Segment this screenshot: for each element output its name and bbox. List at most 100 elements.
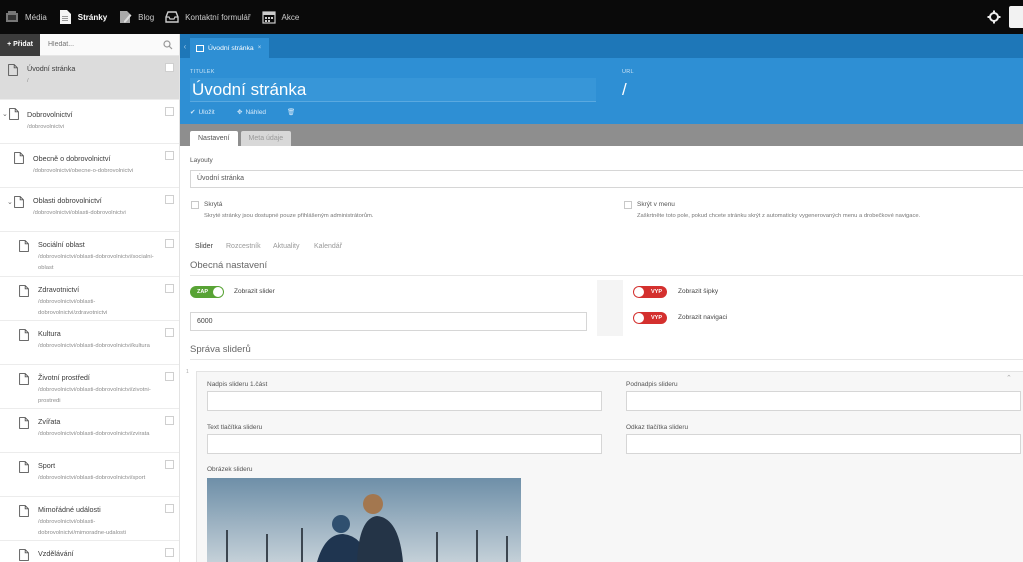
nav-blog-label: Blog bbox=[138, 12, 155, 22]
hide-menu-help: Zaškrtněte toto pole, pokud chcete strán… bbox=[637, 213, 921, 219]
show-nav-toggle[interactable]: VYP bbox=[633, 312, 667, 324]
tree-item-checkbox[interactable] bbox=[165, 151, 174, 160]
nav-blog[interactable]: Blog bbox=[113, 0, 160, 34]
sidebar-header: + Přidat bbox=[0, 34, 179, 56]
search-icon[interactable] bbox=[163, 39, 173, 50]
tree-item-checkbox[interactable] bbox=[165, 195, 174, 204]
url-input[interactable]: / bbox=[622, 78, 1017, 102]
add-page-button[interactable]: + Přidat bbox=[0, 34, 40, 56]
slider-interval-input[interactable]: 6000 bbox=[190, 312, 587, 331]
slide-button-text-input[interactable] bbox=[207, 434, 602, 454]
tab-current-page-label: Úvodní stránka bbox=[208, 44, 254, 52]
sidebar-tree-item[interactable]: ⌄ Dobrovolnictví/dobrovolnictvi bbox=[0, 100, 179, 144]
preview-button[interactable]: ✥ Náhled bbox=[237, 108, 267, 117]
slide-image[interactable] bbox=[207, 478, 521, 562]
layout-select-value: Úvodní stránka bbox=[197, 175, 245, 182]
tree-item-title: Vzdělávání bbox=[38, 549, 74, 558]
page-icon bbox=[8, 64, 18, 76]
expand-chevron-icon[interactable]: ⌄ bbox=[2, 110, 8, 118]
title-input[interactable]: Úvodní stránka bbox=[190, 78, 596, 102]
nav-events-label: Akce bbox=[281, 12, 300, 22]
tree-item-checkbox[interactable] bbox=[165, 372, 174, 381]
tab-meta[interactable]: Meta údaje bbox=[240, 131, 292, 146]
settings-icon[interactable] bbox=[987, 10, 1001, 24]
nav-events[interactable]: Akce bbox=[257, 0, 306, 34]
page-icon bbox=[9, 108, 19, 120]
slide-button-link-input[interactable] bbox=[626, 434, 1021, 454]
slide-index: 1 bbox=[186, 369, 189, 375]
url-label: URL bbox=[622, 69, 634, 75]
tree-item-url: /dobrovolnictvi/oblasti-dobrovolnictvi/s… bbox=[38, 254, 154, 271]
tree-item-title: Oblasti dobrovolnictví bbox=[33, 196, 102, 205]
tree-item-checkbox[interactable] bbox=[165, 548, 174, 557]
chevron-left-icon[interactable]: ‹ bbox=[180, 42, 190, 51]
blog-icon bbox=[120, 11, 132, 23]
hide-menu-label: Skrýt v menu bbox=[637, 201, 675, 208]
show-arrows-toggle[interactable]: VYP bbox=[633, 286, 667, 298]
nav-pages-label: Stránky bbox=[77, 12, 108, 22]
tree-item-checkbox[interactable] bbox=[165, 416, 174, 425]
tree-item-checkbox[interactable] bbox=[165, 328, 174, 337]
page-tab-icon bbox=[196, 45, 204, 52]
tree-item-url: / bbox=[27, 78, 29, 84]
subtab-signpost[interactable]: Rozcestník bbox=[226, 243, 261, 250]
tree-item-title: Sociální oblast bbox=[38, 240, 85, 249]
sidebar-tree-item[interactable]: Životní prostředí/dobrovolnictvi/oblasti… bbox=[0, 365, 179, 409]
page-icon bbox=[19, 417, 29, 429]
nav-media-label: Média bbox=[25, 12, 47, 22]
sidebar-tree-item[interactable]: ⌄ Oblasti dobrovolnictví/dobrovolnictvi/o… bbox=[0, 188, 179, 232]
subtab-calendar[interactable]: Kalendář bbox=[314, 243, 342, 250]
expand-chevron-icon[interactable]: ⌄ bbox=[7, 198, 13, 206]
show-slider-toggle-text: ZAP bbox=[197, 289, 208, 295]
top-navigation-bar: Média Stránky Blog Kontaktní formulář Ak… bbox=[0, 0, 1023, 34]
hide-menu-checkbox[interactable] bbox=[624, 201, 632, 209]
tree-item-title: Dobrovolnictví bbox=[27, 110, 73, 119]
sidebar-tree-item[interactable]: Obecně o dobrovolnictví/dobrovolnictvi/o… bbox=[0, 144, 179, 188]
trash-icon: 🗑 bbox=[287, 109, 296, 116]
tree-item-checkbox[interactable] bbox=[165, 504, 174, 513]
tree-item-checkbox[interactable] bbox=[165, 284, 174, 293]
sidebar-tree-item[interactable]: Sport/dobrovolnictvi/oblasti-dobrovolnic… bbox=[0, 453, 179, 497]
page-icon bbox=[19, 461, 29, 473]
sidebar-tree-item[interactable]: Kultura/dobrovolnictvi/oblasti-dobrovoln… bbox=[0, 321, 179, 365]
sidebar-tree-item[interactable]: Vzdělávání/dobrovolnictvi/oblasti-dobrov… bbox=[0, 541, 179, 562]
subtab-news[interactable]: Aktuality bbox=[273, 243, 299, 250]
tree-item-url: /dobrovolnictvi/oblasti-dobrovolnictvi/k… bbox=[38, 343, 150, 349]
subtab-slider[interactable]: Slider bbox=[195, 243, 213, 250]
slide-subtitle-input[interactable] bbox=[626, 391, 1021, 411]
preview-button-label: Náhled bbox=[245, 108, 267, 116]
hidden-checkbox[interactable] bbox=[191, 201, 199, 209]
pages-icon bbox=[59, 10, 71, 24]
tab-close-icon[interactable]: × bbox=[258, 45, 262, 51]
save-button[interactable]: ✔ Uložit bbox=[190, 108, 215, 117]
toggle-knob bbox=[634, 313, 644, 323]
slide-title-input[interactable] bbox=[207, 391, 602, 411]
tree-item-url: /dobrovolnictvi bbox=[27, 124, 65, 130]
sidebar-tree-item[interactable]: Sociální oblast/dobrovolnictvi/oblasti-d… bbox=[0, 232, 179, 277]
nav-contact-form[interactable]: Kontaktní formulář bbox=[160, 0, 256, 34]
tree-item-url: /dobrovolnictvi/oblasti-dobrovolnictvi/z… bbox=[38, 387, 151, 404]
tree-item-checkbox[interactable] bbox=[165, 460, 174, 469]
tree-item-checkbox[interactable] bbox=[165, 63, 174, 72]
tab-settings[interactable]: Nastavení bbox=[190, 131, 238, 146]
sidebar-tree-item[interactable]: Zdravotnictví/dobrovolnictvi/oblasti-dob… bbox=[0, 277, 179, 321]
tab-current-page[interactable]: Úvodní stránka × bbox=[190, 38, 270, 58]
layout-select[interactable]: Úvodní stránka bbox=[190, 170, 1023, 188]
sidebar-tree-item[interactable]: Mimořádné události/dobrovolnictvi/oblast… bbox=[0, 497, 179, 541]
tree-item-checkbox[interactable] bbox=[165, 239, 174, 248]
tree-item-checkbox[interactable] bbox=[165, 107, 174, 116]
nav-media[interactable]: Média bbox=[0, 0, 53, 34]
sidebar-tree-item[interactable]: Úvodní stránka / bbox=[0, 56, 179, 100]
slider-interval-value: 6000 bbox=[197, 318, 213, 325]
search-input[interactable] bbox=[40, 34, 163, 56]
chevron-up-icon[interactable]: ⌃ bbox=[1006, 374, 1012, 382]
sidebar-tree-item[interactable]: Zvířata/dobrovolnictvi/oblasti-dobrovoln… bbox=[0, 409, 179, 453]
nav-pages[interactable]: Stránky bbox=[53, 0, 113, 34]
delete-button[interactable]: 🗑 bbox=[287, 108, 295, 116]
check-icon: ✔ bbox=[190, 109, 196, 116]
show-slider-toggle[interactable]: ZAP bbox=[190, 286, 224, 298]
show-arrows-toggle-text: VYP bbox=[650, 289, 662, 295]
preview-icon: ✥ bbox=[237, 109, 243, 116]
user-avatar[interactable] bbox=[1009, 6, 1023, 28]
page-icon bbox=[19, 285, 29, 297]
